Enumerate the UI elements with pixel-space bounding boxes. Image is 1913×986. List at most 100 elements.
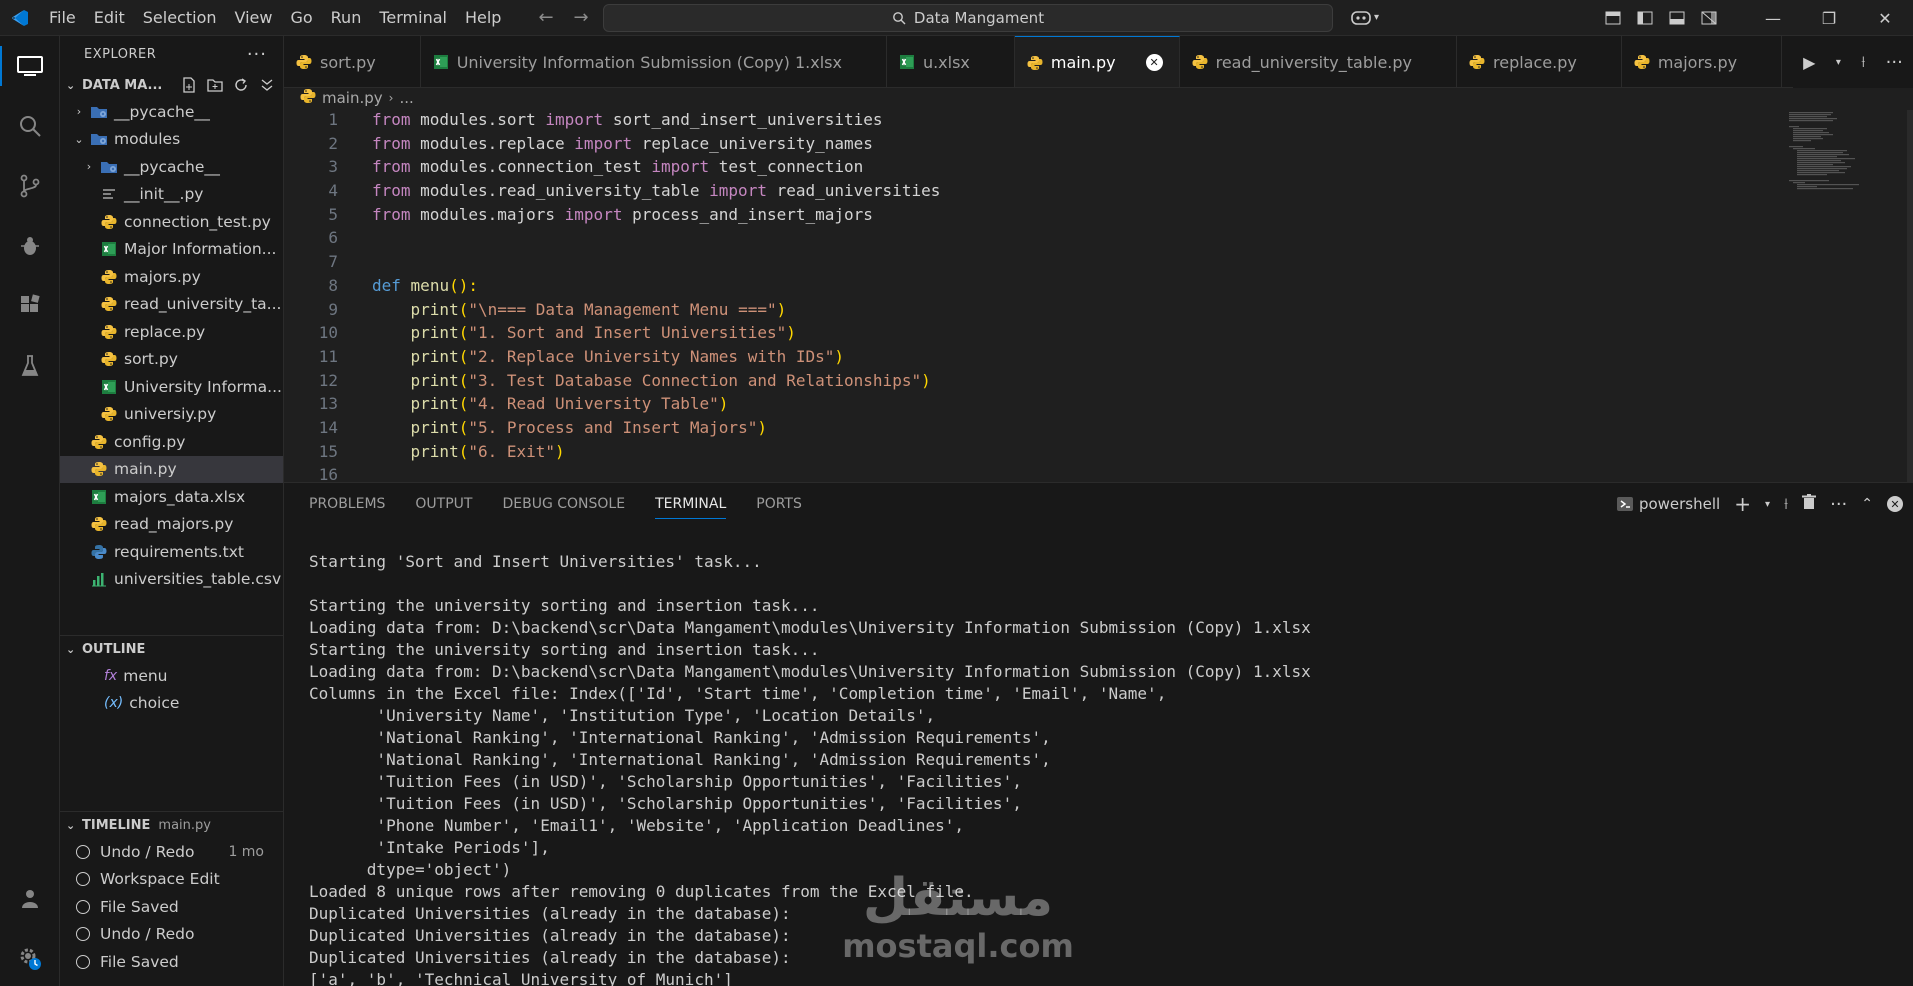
terminal-shell-selector[interactable]: powershell xyxy=(1616,495,1720,513)
code-line[interactable]: 3 from modules.connection_test import tes… xyxy=(284,157,1913,181)
minimize-button[interactable]: — xyxy=(1745,0,1801,36)
tree-item[interactable]: read_university_ta... xyxy=(60,291,283,319)
toggle-panel-icon[interactable] xyxy=(1661,0,1693,36)
menu-run[interactable]: Run xyxy=(322,0,371,36)
code-line[interactable]: 14 print("5. Process and Insert Majors") xyxy=(284,418,1913,442)
code-line[interactable]: 4 from modules.read_university_table impo… xyxy=(284,181,1913,205)
code-lines[interactable]: 1 from modules.sort import sort_and_inser… xyxy=(284,110,1913,482)
chevron-down-icon[interactable]: ▾ xyxy=(1836,57,1841,68)
workspace-root-header[interactable]: ⌄ DATA MA... xyxy=(60,72,283,98)
editor-tab[interactable]: replace.py xyxy=(1457,36,1622,87)
back-arrow-icon[interactable]: ← xyxy=(538,7,553,28)
panel-tab-ports[interactable]: PORTS xyxy=(756,496,802,512)
menu-view[interactable]: View xyxy=(226,0,282,36)
tree-item[interactable]: › __pycache__ xyxy=(60,98,283,126)
trash-icon[interactable] xyxy=(1802,494,1817,514)
tree-item[interactable]: › __pycache__ xyxy=(60,153,283,181)
vscode-logo-icon[interactable] xyxy=(0,0,40,36)
code-line[interactable]: 2 from modules.replace import replace_uni… xyxy=(284,134,1913,158)
timeline-item[interactable]: File Saved xyxy=(60,948,283,976)
outline-header[interactable]: ⌄ OUTLINE xyxy=(60,636,283,662)
new-file-icon[interactable] xyxy=(181,77,197,93)
restore-button[interactable]: ❐ xyxy=(1801,0,1857,36)
command-center-search[interactable]: Data Mangament xyxy=(603,4,1333,32)
timeline-item[interactable]: File Saved xyxy=(60,893,283,921)
scrollbar[interactable] xyxy=(1907,110,1913,482)
toggle-sidebar-icon[interactable] xyxy=(1629,0,1661,36)
more-actions-icon[interactable]: ··· xyxy=(1886,52,1903,73)
run-debug-icon[interactable] xyxy=(0,216,60,276)
forward-arrow-icon[interactable]: → xyxy=(574,7,589,28)
tree-item[interactable]: majors_data.xlsx xyxy=(60,483,283,511)
editor-tab[interactable]: University Information Submission (Copy)… xyxy=(421,36,887,87)
breadcrumb-rest[interactable]: ... xyxy=(399,89,413,107)
extensions-icon[interactable] xyxy=(0,276,60,336)
new-terminal-icon[interactable]: + xyxy=(1734,492,1751,516)
tree-item[interactable]: Major Information... xyxy=(60,236,283,264)
close-panel-icon[interactable]: ✕ xyxy=(1887,496,1903,512)
run-python-file-icon[interactable]: ▶ xyxy=(1803,53,1815,72)
panel-tab-problems[interactable]: PROBLEMS xyxy=(309,496,385,512)
editor-tab[interactable]: read_university_table.py xyxy=(1180,36,1457,87)
tree-item[interactable]: universiy.py xyxy=(60,401,283,429)
menu-help[interactable]: Help xyxy=(456,0,510,36)
code-line[interactable]: 1 from modules.sort import sort_and_inser… xyxy=(284,110,1913,134)
close-tab-icon[interactable]: ✕ xyxy=(1145,54,1163,71)
chevron-right-icon[interactable]: › xyxy=(72,105,86,118)
tree-item[interactable]: requirements.txt xyxy=(60,538,283,566)
code-line[interactable]: 6 xyxy=(284,228,1913,252)
maximize-panel-icon[interactable]: ⌃ xyxy=(1861,496,1873,512)
code-line[interactable]: 10 print("1. Sort and Insert Universitie… xyxy=(284,323,1913,347)
code-line[interactable]: 11 print("2. Replace University Names wi… xyxy=(284,347,1913,371)
timeline-header[interactable]: ⌄ TIMELINE main.py xyxy=(60,812,283,838)
settings-gear-icon[interactable] xyxy=(0,928,60,986)
code-line[interactable]: 5 from modules.majors import process_and_… xyxy=(284,205,1913,229)
tree-item[interactable]: University Informa... xyxy=(60,373,283,401)
minimap[interactable] xyxy=(1785,110,1895,260)
panel-tab-debug-console[interactable]: DEBUG CONSOLE xyxy=(502,496,625,512)
tree-item[interactable]: universities_table.csv xyxy=(60,566,283,594)
search-icon[interactable] xyxy=(0,96,60,156)
testing-icon[interactable] xyxy=(0,336,60,396)
code-line[interactable]: 12 print("3. Test Database Connection an… xyxy=(284,371,1913,395)
code-editor[interactable]: 1 from modules.sort import sort_and_inser… xyxy=(284,110,1913,482)
breadcrumb-file[interactable]: main.py xyxy=(322,89,383,107)
menu-selection[interactable]: Selection xyxy=(134,0,226,36)
tree-item[interactable]: __init__.py xyxy=(60,181,283,209)
more-actions-icon[interactable]: ··· xyxy=(247,44,267,65)
panel-tab-output[interactable]: OUTPUT xyxy=(415,496,472,512)
timeline-item[interactable]: Undo / Redo xyxy=(60,921,283,949)
terminal-output[interactable]: Starting 'Sort and Insert Universities' … xyxy=(309,551,1893,986)
split-terminal-icon[interactable]: ⟊ xyxy=(1784,494,1788,514)
code-line[interactable]: 16 xyxy=(284,465,1913,482)
split-editor-icon[interactable]: ⟊ xyxy=(1861,52,1865,72)
menu-go[interactable]: Go xyxy=(281,0,321,36)
code-line[interactable]: 7 xyxy=(284,252,1913,276)
source-control-icon[interactable] xyxy=(0,156,60,216)
menu-terminal[interactable]: Terminal xyxy=(370,0,456,36)
tree-item[interactable]: replace.py xyxy=(60,318,283,346)
code-line[interactable]: 9 print("\n=== Data Management Menu ==="… xyxy=(284,300,1913,324)
tree-item[interactable]: read_majors.py xyxy=(60,511,283,539)
accounts-icon[interactable] xyxy=(0,868,60,928)
tree-item[interactable]: sort.py xyxy=(60,346,283,374)
chevron-down-icon[interactable]: ⌄ xyxy=(72,133,86,146)
chevron-down-icon[interactable]: ▾ xyxy=(1765,499,1770,510)
outline-item[interactable]: fx menu xyxy=(60,662,283,690)
timeline-item[interactable]: Workspace Edit xyxy=(60,866,283,894)
explorer-icon[interactable] xyxy=(0,36,60,96)
tree-item[interactable]: main.py xyxy=(60,455,283,483)
more-actions-icon[interactable]: ··· xyxy=(1830,494,1847,515)
menu-edit[interactable]: Edit xyxy=(85,0,134,36)
refresh-icon[interactable] xyxy=(233,77,249,93)
code-line[interactable]: 8 def menu(): xyxy=(284,276,1913,300)
menu-file[interactable]: File xyxy=(40,0,85,36)
new-folder-icon[interactable] xyxy=(207,77,223,93)
tree-item[interactable]: ⌄ modules xyxy=(60,126,283,154)
editor-tab[interactable]: u.xlsx xyxy=(887,36,1015,87)
tree-item[interactable]: majors.py xyxy=(60,263,283,291)
tree-item[interactable]: config.py xyxy=(60,428,283,456)
editor-tab[interactable]: sort.py xyxy=(284,36,421,87)
code-line[interactable]: 15 print("6. Exit") xyxy=(284,442,1913,466)
chevron-right-icon[interactable]: › xyxy=(82,160,96,173)
